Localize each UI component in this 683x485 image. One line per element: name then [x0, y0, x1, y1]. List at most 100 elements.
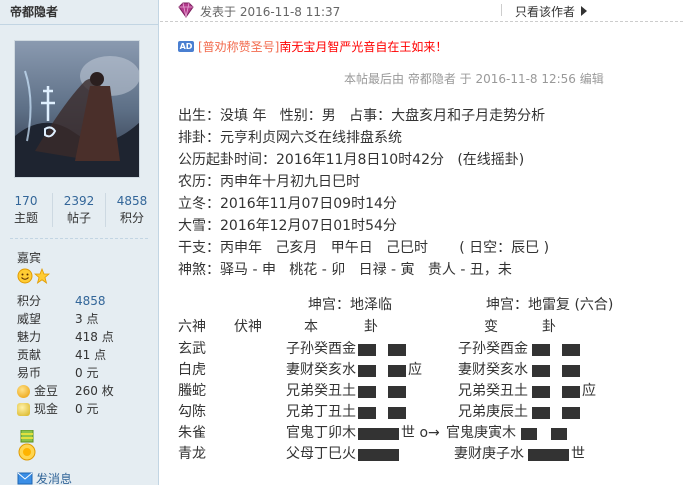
post-line: 大雪：2016年12月07日01时54分: [178, 218, 397, 234]
changed-yao-label: 子孙癸酉金: [458, 341, 528, 357]
info-value: 0 元: [75, 366, 99, 380]
yao-yin-segment: [358, 365, 376, 377]
yao-yin-segment: [562, 344, 580, 356]
divider: [501, 4, 502, 16]
ad-text-tag: [普劝称赞圣号]: [198, 40, 280, 54]
online-status-icon: [178, 2, 194, 18]
info-value[interactable]: 4858: [75, 292, 106, 310]
main-yao-label: 父母丁巳火: [286, 446, 356, 462]
main-yao-label: 兄弟癸丑土: [286, 383, 356, 399]
divider: [0, 24, 158, 25]
yao-yin-segment: [551, 428, 567, 440]
liushen-cell: 勾陈: [178, 404, 206, 420]
yao-yang-bar: [528, 449, 569, 461]
yao-mark: 应: [408, 362, 422, 378]
cash-coin-icon: [17, 402, 30, 416]
yao-yin-segment: [358, 407, 376, 419]
gold-coin-icon: [17, 384, 30, 398]
info-key: 现金: [17, 400, 75, 418]
changed-yao-label: 官鬼庚寅木: [446, 425, 516, 441]
info-key-label: 现金: [34, 402, 59, 416]
post-line: 公历起卦时间：2016年11月8日10时42分 (在线摇卦): [178, 152, 525, 168]
medals[interactable]: [17, 429, 37, 464]
only-author-link[interactable]: 只看该作者: [515, 3, 575, 20]
yao-yang-bar: [358, 449, 399, 461]
author-name[interactable]: 帝都隐者: [10, 3, 58, 20]
col-header-fushen: 伏神: [234, 319, 262, 335]
info-key-label: 金豆: [34, 384, 59, 398]
info-value: 3 点: [75, 312, 99, 326]
user-group[interactable]: 嘉宾: [17, 249, 41, 266]
medal-icon: [18, 429, 36, 461]
changed-yao-label: 兄弟癸丑土: [458, 383, 528, 399]
user-info: 积分 4858 威望 3 点 魅力 418 点 贡献 41 点 易币 0 元 金…: [17, 292, 114, 418]
stat-value: 2392: [63, 194, 95, 208]
yao-yin-segment: [562, 386, 580, 398]
info-row-cash: 现金 0 元: [17, 400, 114, 418]
main-yao-label: 子孙癸酉金: [286, 341, 356, 357]
yao-yin-segment: [521, 428, 537, 440]
post-line: 干支：丙申年 己亥月 甲午日 己巳时 ( 日空：辰巳 ): [178, 240, 550, 256]
post-header: 发表于 2016-11-8 11:37 只看该作者: [160, 0, 683, 22]
post-line: 立冬：2016年11月07日09时14分: [178, 196, 397, 212]
stat-label: 主题: [13, 211, 38, 225]
info-row-contribution: 贡献 41 点: [17, 346, 114, 364]
yao-yin-segment: [388, 365, 406, 377]
main-yao-label: 官鬼丁卯木: [286, 425, 356, 441]
post-body: 出生：没填 年 性别：男 占事：大盘亥月和子月走势分析 排卦：元亨利贞网六爻在线…: [178, 105, 549, 281]
info-row-charm: 魅力 418 点: [17, 328, 114, 346]
stat-label: 帖子: [66, 211, 91, 225]
avatar[interactable]: [14, 40, 140, 178]
col-header-bian: 变: [484, 319, 498, 335]
info-value: 418 点: [75, 330, 114, 344]
yao-yin-segment: [532, 386, 550, 398]
post-line: 排卦：元亨利贞网六爻在线排盘系统: [178, 130, 402, 146]
main-yao-label: 兄弟丁丑土: [286, 404, 356, 420]
liushen-cell: 螣蛇: [178, 383, 206, 399]
info-value: 260 枚: [75, 384, 114, 398]
yao-yin-segment: [358, 386, 376, 398]
envelope-icon: [17, 472, 33, 484]
col-header-liushen: 六神: [178, 319, 206, 335]
stat-threads[interactable]: 170 主题: [0, 193, 53, 227]
arrow-right-icon: [581, 6, 587, 16]
ad-text-main: 南无宝月智严光音自在王如来！: [279, 40, 448, 54]
yao-mark: 世: [571, 446, 585, 462]
info-value: 41 点: [75, 348, 107, 362]
ad-link[interactable]: [普劝称赞圣号]南无宝月智严光音自在王如来！: [198, 38, 447, 55]
stat-value: 170: [14, 194, 38, 208]
liushen-cell: 朱雀: [178, 425, 206, 441]
changed-yao-label: 妻财癸亥水: [458, 362, 528, 378]
edit-note: 本帖最后由 帝都隐者 于 2016-11-8 12:56 编辑: [344, 72, 604, 86]
post-line: 神煞：驿马 - 申 桃花 - 卯 日禄 - 寅 贵人 - 丑，未: [178, 262, 512, 278]
send-message-button[interactable]: 发消息: [17, 470, 72, 485]
yao-mark: 世 o→: [401, 425, 440, 441]
info-key: 金豆: [17, 382, 75, 400]
yao-yin-segment: [532, 344, 550, 356]
yao-yin-segment: [562, 365, 580, 377]
info-row-prestige: 威望 3 点: [17, 310, 114, 328]
star-icon: [34, 268, 50, 284]
stat-points[interactable]: 4858 积分: [106, 193, 158, 227]
changed-hexagram-title: 坤宫：地雷复 (六合): [486, 297, 614, 313]
yao-yin-segment: [562, 407, 580, 419]
yao-yin-segment: [532, 407, 550, 419]
yao-yin-segment: [388, 386, 406, 398]
post-line: 农历：丙申年十月初九日巳时: [178, 174, 360, 190]
yao-yin-segment: [358, 344, 376, 356]
post-time: 发表于 2016-11-8 11:37: [200, 5, 341, 19]
liushen-cell: 白虎: [178, 362, 206, 378]
info-key: 贡献: [17, 348, 42, 362]
info-key: 魅力: [17, 330, 42, 344]
user-stats: 170 主题 2392 帖子 4858 积分: [0, 193, 158, 227]
author-sidebar: 帝都隐者 170 主题 2392 帖子 4858 积分 嘉宾 积分 4858 威…: [0, 0, 159, 485]
info-row-yibi: 易币 0 元: [17, 364, 114, 382]
col-header-gua2: 卦: [542, 319, 556, 335]
divider: [10, 238, 148, 239]
yao-mark: 应: [582, 383, 596, 399]
info-key: 易币: [17, 366, 42, 380]
liushen-cell: 玄武: [178, 341, 206, 357]
col-header-gua: 卦: [364, 319, 378, 335]
stat-posts[interactable]: 2392 帖子: [53, 193, 106, 227]
changed-yao-label: 妻财庚子水: [454, 446, 524, 462]
